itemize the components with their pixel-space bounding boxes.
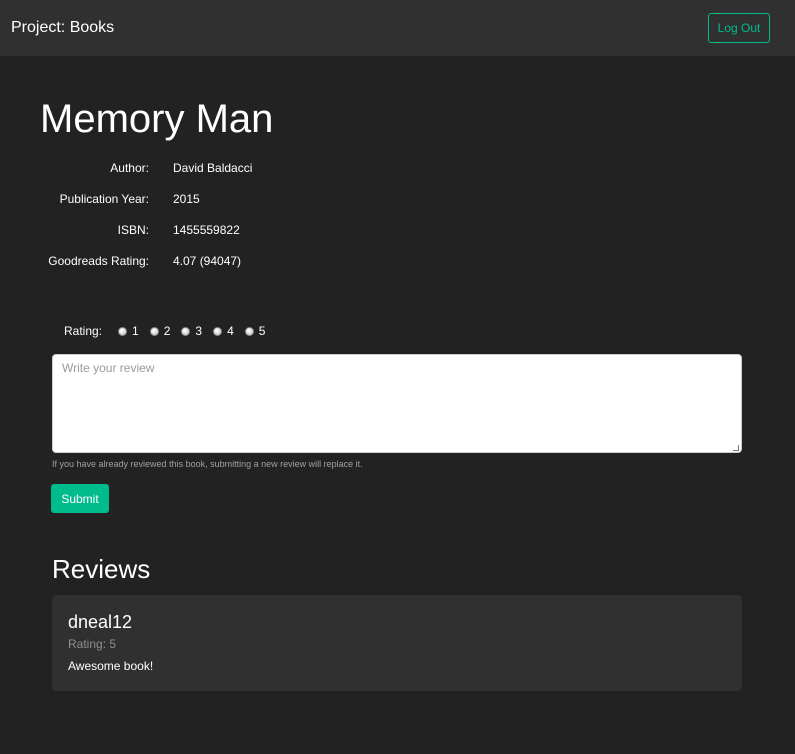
- reviews-heading: Reviews: [52, 554, 151, 584]
- detail-label: Author:: [110, 161, 149, 175]
- detail-label: Publication Year:: [59, 192, 149, 206]
- detail-label: ISBN:: [117, 223, 149, 237]
- review-textarea[interactable]: [52, 354, 742, 453]
- rating-option-5[interactable]: 5: [244, 324, 266, 338]
- review-rating: Rating: 5: [68, 637, 117, 651]
- book-title: Memory Man: [40, 97, 274, 141]
- rating-option-4[interactable]: 4: [213, 324, 234, 338]
- review-text: Awesome book!: [68, 659, 154, 673]
- rating-option-1[interactable]: 1: [118, 324, 139, 338]
- rating-radio-2[interactable]: [149, 326, 159, 336]
- rating-option-label: 3: [195, 324, 203, 338]
- logout-button[interactable]: Log Out: [708, 13, 770, 43]
- detail-value: 1455559822: [173, 223, 240, 237]
- detail-row-goodreads-rating: Goodreads Rating: 4.07 (94047): [0, 253, 400, 269]
- rating-radio-4[interactable]: [213, 326, 223, 336]
- rating-option-3[interactable]: 3: [181, 324, 202, 338]
- detail-row-author: Author: David Baldacci: [0, 160, 400, 176]
- detail-value: 4.07 (94047): [173, 254, 242, 268]
- rating-label: Rating:: [64, 324, 103, 338]
- rating-option-2[interactable]: 2: [149, 324, 171, 338]
- review-card: dneal12 Rating: 5 Awesome book!: [52, 595, 742, 691]
- rating-radio-5[interactable]: [244, 326, 254, 336]
- rating-option-label: 5: [258, 324, 266, 338]
- rating-radio-3[interactable]: [181, 326, 191, 336]
- rating-option-label: 1: [132, 324, 139, 338]
- textarea-resize-handle[interactable]: [733, 445, 739, 451]
- rating-option-label: 4: [227, 324, 234, 338]
- detail-row-publication-year: Publication Year: 2015: [0, 191, 400, 207]
- detail-label: Goodreads Rating:: [48, 254, 149, 268]
- detail-value: 2015: [173, 192, 200, 206]
- rating-radio-1[interactable]: [118, 326, 128, 336]
- rating-selector: Rating: 1 2 3 4 5: [64, 322, 276, 340]
- navbar: Project: Books Log Out: [0, 0, 795, 56]
- rating-option-label: 2: [163, 324, 171, 338]
- detail-value: David Baldacci: [173, 161, 253, 175]
- brand-link[interactable]: Project: Books: [11, 18, 114, 38]
- submit-button[interactable]: Submit: [51, 484, 109, 513]
- detail-row-isbn: ISBN: 1455559822: [0, 222, 400, 238]
- review-username: dneal12: [68, 612, 133, 632]
- review-help-text: If you have already reviewed this book, …: [52, 459, 363, 469]
